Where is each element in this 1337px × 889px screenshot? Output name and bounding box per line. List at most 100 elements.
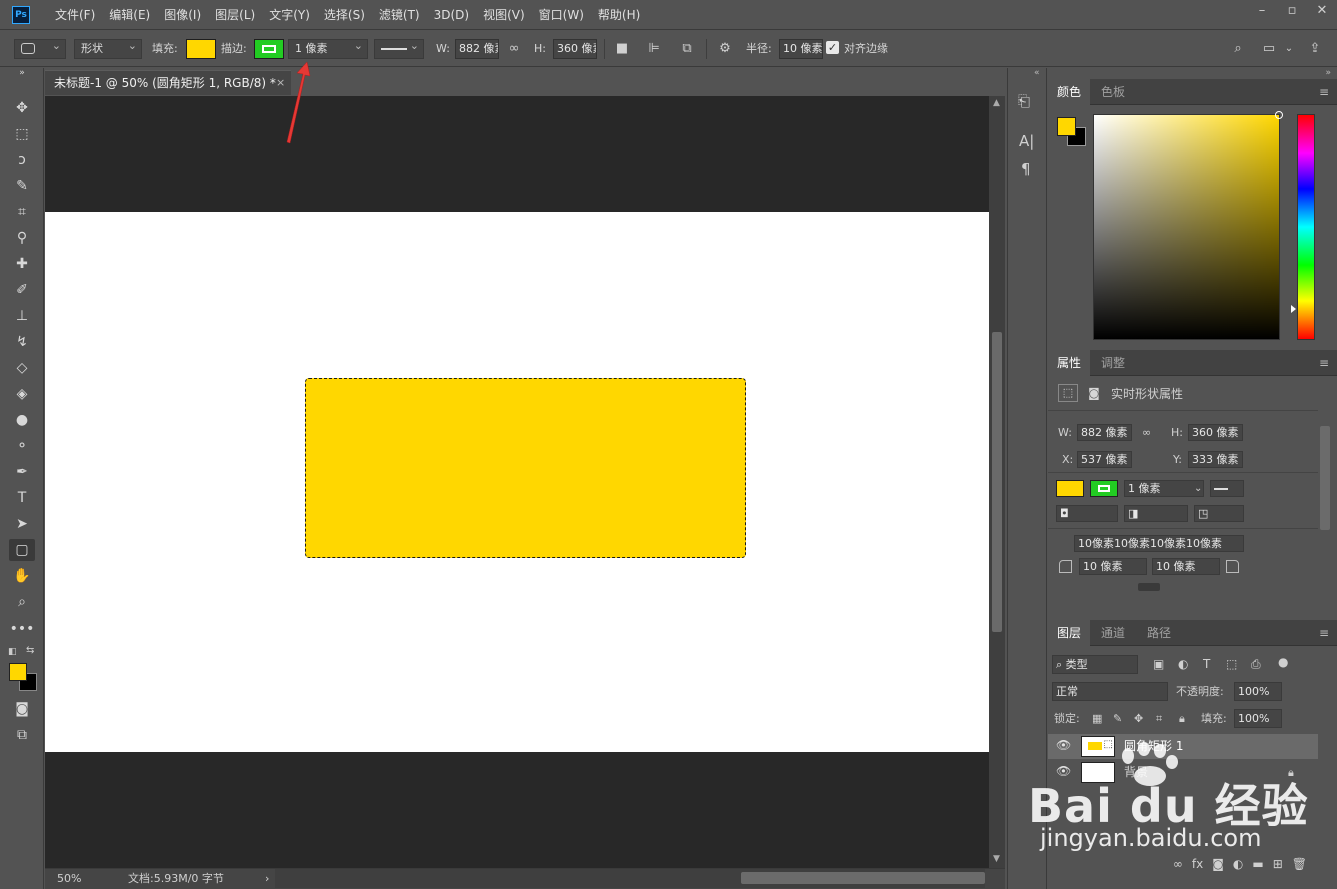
search-icon[interactable]: ⌕: [1228, 39, 1248, 59]
new-adjustment-icon[interactable]: ◐: [1233, 852, 1243, 876]
filter-shape-icon[interactable]: ⬚: [1226, 656, 1237, 673]
tab-color[interactable]: 颜色: [1048, 79, 1091, 105]
brush-tool-icon[interactable]: ✐: [9, 279, 35, 301]
type-tool-icon[interactable]: T: [9, 487, 35, 509]
fill-swatch[interactable]: [186, 39, 216, 59]
workspace-icon[interactable]: ▭: [1258, 39, 1280, 59]
blend-mode-dropdown[interactable]: 正常: [1052, 682, 1168, 701]
document-tab[interactable]: 未标题-1 @ 50% (圆角矩形 1, RGB/8) * ×: [45, 70, 291, 95]
filter-toggle-icon[interactable]: ●: [1278, 654, 1288, 671]
delete-layer-icon[interactable]: 🗑︎: [1292, 852, 1307, 876]
collapse-panels-icon[interactable]: «: [1034, 68, 1040, 78]
align-edges-checkbox[interactable]: ✓: [826, 41, 839, 54]
layer-row[interactable]: 👁︎ 背景 🔒︎: [1048, 760, 1318, 785]
mode-dropdown[interactable]: 形状: [74, 37, 142, 59]
prop-stroke-caps[interactable]: ◨: [1124, 505, 1188, 522]
menu-3d[interactable]: 3D(D): [427, 0, 476, 30]
default-colors-icon[interactable]: ◧: [8, 647, 17, 657]
layer-name[interactable]: 圆角矩形 1: [1124, 738, 1183, 755]
prop-stroke-align[interactable]: ◘: [1056, 505, 1118, 522]
corner-tl-field[interactable]: 10 像素: [1079, 558, 1147, 575]
move-tool-icon[interactable]: ✥: [9, 97, 35, 119]
prop-stroke-type[interactable]: [1210, 480, 1244, 497]
quick-selection-tool-icon[interactable]: ✎: [9, 175, 35, 197]
scroll-down-icon[interactable]: ▼: [993, 854, 1000, 864]
menu-select[interactable]: 选择(S): [317, 0, 372, 30]
lock-all-icon[interactable]: 🔒︎: [1179, 710, 1185, 727]
filter-adjustment-icon[interactable]: ◐: [1178, 656, 1188, 673]
tab-adjustments[interactable]: 调整: [1092, 350, 1134, 376]
prop-width-field[interactable]: 882 像素: [1077, 424, 1132, 441]
path-alignment-icon[interactable]: ⊫: [644, 39, 664, 59]
layer-filter-dropdown[interactable]: ⌕ 类型: [1052, 655, 1138, 674]
chevron-down-icon[interactable]: ⌄: [1194, 480, 1202, 497]
lock-transparent-icon[interactable]: ▦: [1092, 710, 1102, 727]
close-tab-icon[interactable]: ×: [276, 71, 285, 95]
hue-slider-handle[interactable]: [1291, 305, 1296, 313]
panel-menu-icon[interactable]: ≡: [1319, 85, 1329, 99]
clone-stamp-tool-icon[interactable]: ⊥: [9, 305, 35, 327]
gear-icon[interactable]: ⚙: [714, 39, 736, 59]
zoom-tool-icon[interactable]: ⌕: [9, 591, 35, 613]
new-layer-icon[interactable]: ⊞: [1273, 852, 1283, 876]
share-icon[interactable]: ⇪: [1304, 39, 1326, 59]
crop-tool-icon[interactable]: ⌗: [9, 201, 35, 223]
stroke-width-field[interactable]: 1 像素: [288, 37, 368, 59]
more-tools-icon[interactable]: •••: [9, 618, 35, 640]
eyedropper-tool-icon[interactable]: ⚲: [9, 227, 35, 249]
width-field[interactable]: 882 像素: [455, 39, 499, 59]
layer-style-icon[interactable]: fx: [1192, 852, 1203, 876]
tool-preset-picker[interactable]: [14, 37, 66, 59]
prop-link-icon[interactable]: ∞: [1142, 424, 1151, 441]
blur-tool-icon[interactable]: ●: [9, 409, 35, 431]
close-window-icon[interactable]: ✕: [1307, 0, 1337, 24]
link-corners-icon[interactable]: [1138, 583, 1160, 591]
corner-tr-field[interactable]: 10 像素: [1152, 558, 1220, 575]
stroke-type-dropdown[interactable]: [374, 37, 424, 59]
menu-layer[interactable]: 图层(L): [208, 0, 262, 30]
menu-window[interactable]: 窗口(W): [532, 0, 591, 30]
prop-height-field[interactable]: 360 像素: [1188, 424, 1243, 441]
lock-artboard-icon[interactable]: ⌗: [1156, 710, 1162, 727]
panel-menu-icon[interactable]: ≡: [1319, 626, 1329, 640]
height-field[interactable]: 360 像素: [553, 39, 597, 59]
menu-filter[interactable]: 滤镜(T): [372, 0, 427, 30]
properties-scrollbar[interactable]: [1320, 426, 1330, 530]
fill-field[interactable]: 100%: [1234, 709, 1282, 728]
filter-type-icon[interactable]: T: [1203, 656, 1210, 673]
history-panel-icon[interactable]: ⎗: [1018, 92, 1030, 110]
hue-slider[interactable]: [1291, 114, 1315, 340]
filter-pixel-icon[interactable]: ▣: [1153, 656, 1164, 673]
vertical-scroll-thumb[interactable]: [992, 332, 1002, 632]
panel-menu-icon[interactable]: ≡: [1319, 356, 1329, 370]
mask-properties-icon[interactable]: ◙: [1084, 384, 1104, 402]
lock-position-icon[interactable]: ✥: [1134, 710, 1143, 727]
quick-mask-icon[interactable]: ◙: [9, 698, 35, 720]
lock-pixels-icon[interactable]: ✎: [1113, 710, 1122, 727]
color-picker-cursor[interactable]: [1275, 111, 1283, 119]
link-icon[interactable]: ∞: [505, 39, 523, 59]
character-panel-icon[interactable]: A|: [1019, 132, 1034, 150]
eye-icon[interactable]: 👁︎: [1056, 738, 1071, 752]
screen-mode-icon[interactable]: ⧉: [9, 724, 35, 746]
lasso-tool-icon[interactable]: ↄ: [9, 149, 35, 171]
menu-edit[interactable]: 编辑(E): [102, 0, 157, 30]
prop-stroke-width[interactable]: 1 像素: [1124, 480, 1204, 497]
collapse-icon[interactable]: »: [1325, 68, 1331, 78]
prop-stroke-corners[interactable]: ◳: [1194, 505, 1244, 522]
prop-stroke-swatch[interactable]: [1090, 480, 1118, 497]
tab-channels[interactable]: 通道: [1092, 620, 1134, 646]
healing-brush-tool-icon[interactable]: ✚: [9, 253, 35, 275]
shape-properties-icon[interactable]: ⬚: [1058, 384, 1078, 402]
tab-paths[interactable]: 路径: [1138, 620, 1180, 646]
dodge-tool-icon[interactable]: ⚬: [9, 435, 35, 457]
pen-tool-icon[interactable]: ✒: [9, 461, 35, 483]
saturation-value-picker[interactable]: [1093, 111, 1283, 340]
path-selection-tool-icon[interactable]: ➤: [9, 513, 35, 535]
prop-fill-swatch[interactable]: [1056, 480, 1084, 497]
menu-image[interactable]: 图像(I): [157, 0, 208, 30]
eraser-tool-icon[interactable]: ◇: [9, 357, 35, 379]
menu-help[interactable]: 帮助(H): [591, 0, 647, 30]
canvas-area[interactable]: [45, 96, 989, 868]
document-info[interactable]: 文档:5.93M/0 字节: [128, 869, 224, 888]
